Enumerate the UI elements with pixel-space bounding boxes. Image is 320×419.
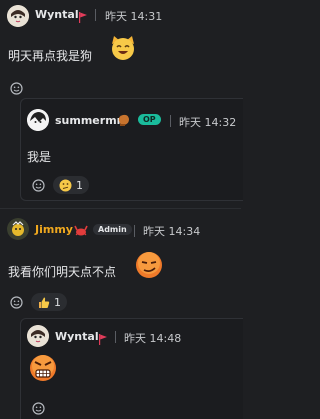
reaction-chip[interactable]: 1 bbox=[31, 293, 67, 311]
admin-badge: Admin bbox=[93, 224, 132, 235]
add-reaction-button[interactable] bbox=[7, 79, 25, 97]
reaction-count: 1 bbox=[54, 295, 61, 309]
author-name[interactable]: Wyntal bbox=[35, 8, 79, 21]
crab-icon bbox=[74, 222, 88, 241]
add-reaction-button[interactable] bbox=[29, 176, 47, 194]
timestamp: 昨天 14:34 bbox=[143, 225, 201, 238]
avatar-jimmy[interactable] bbox=[7, 218, 29, 240]
confused-emoji bbox=[59, 179, 72, 191]
separator bbox=[134, 225, 135, 237]
add-reaction-icon bbox=[9, 295, 23, 309]
reaction-count: 1 bbox=[76, 178, 83, 192]
thumbs-up-emoji bbox=[39, 297, 50, 308]
message-divider bbox=[0, 208, 241, 209]
flag-icon bbox=[78, 8, 88, 27]
author-name[interactable]: Jimmy bbox=[35, 223, 73, 236]
avatar-wyntal[interactable] bbox=[7, 5, 29, 27]
timestamp: 昨天 14:48 bbox=[124, 332, 182, 345]
add-reaction-icon bbox=[9, 81, 23, 95]
author-name[interactable]: summermr bbox=[55, 114, 122, 127]
add-reaction-button[interactable] bbox=[29, 399, 47, 417]
angry-emoji[interactable] bbox=[28, 353, 58, 387]
smirk-emoji[interactable] bbox=[134, 250, 164, 284]
timestamp: 昨天 14:31 bbox=[105, 10, 163, 23]
reaction-chip[interactable]: 1 bbox=[53, 176, 89, 194]
avatar-summermr[interactable] bbox=[27, 109, 49, 131]
timestamp: 昨天 14:32 bbox=[179, 116, 237, 129]
author-name[interactable]: Wyntal bbox=[55, 330, 99, 343]
add-reaction-icon bbox=[31, 178, 45, 192]
add-reaction-icon bbox=[31, 401, 45, 415]
op-badge: OP bbox=[138, 114, 161, 125]
separator bbox=[170, 115, 171, 127]
message-text: 我是 bbox=[27, 150, 52, 164]
avatar-wyntal[interactable] bbox=[27, 325, 49, 347]
message-text: 我看你们明天点不点 bbox=[8, 265, 117, 279]
boxing-glove-icon bbox=[117, 112, 131, 131]
cat-emoji[interactable] bbox=[109, 34, 137, 66]
add-reaction-button[interactable] bbox=[7, 293, 25, 311]
message-text: 明天再点我是狗 bbox=[8, 49, 93, 63]
separator bbox=[115, 331, 116, 343]
flag-icon bbox=[98, 330, 108, 349]
separator bbox=[95, 9, 96, 21]
